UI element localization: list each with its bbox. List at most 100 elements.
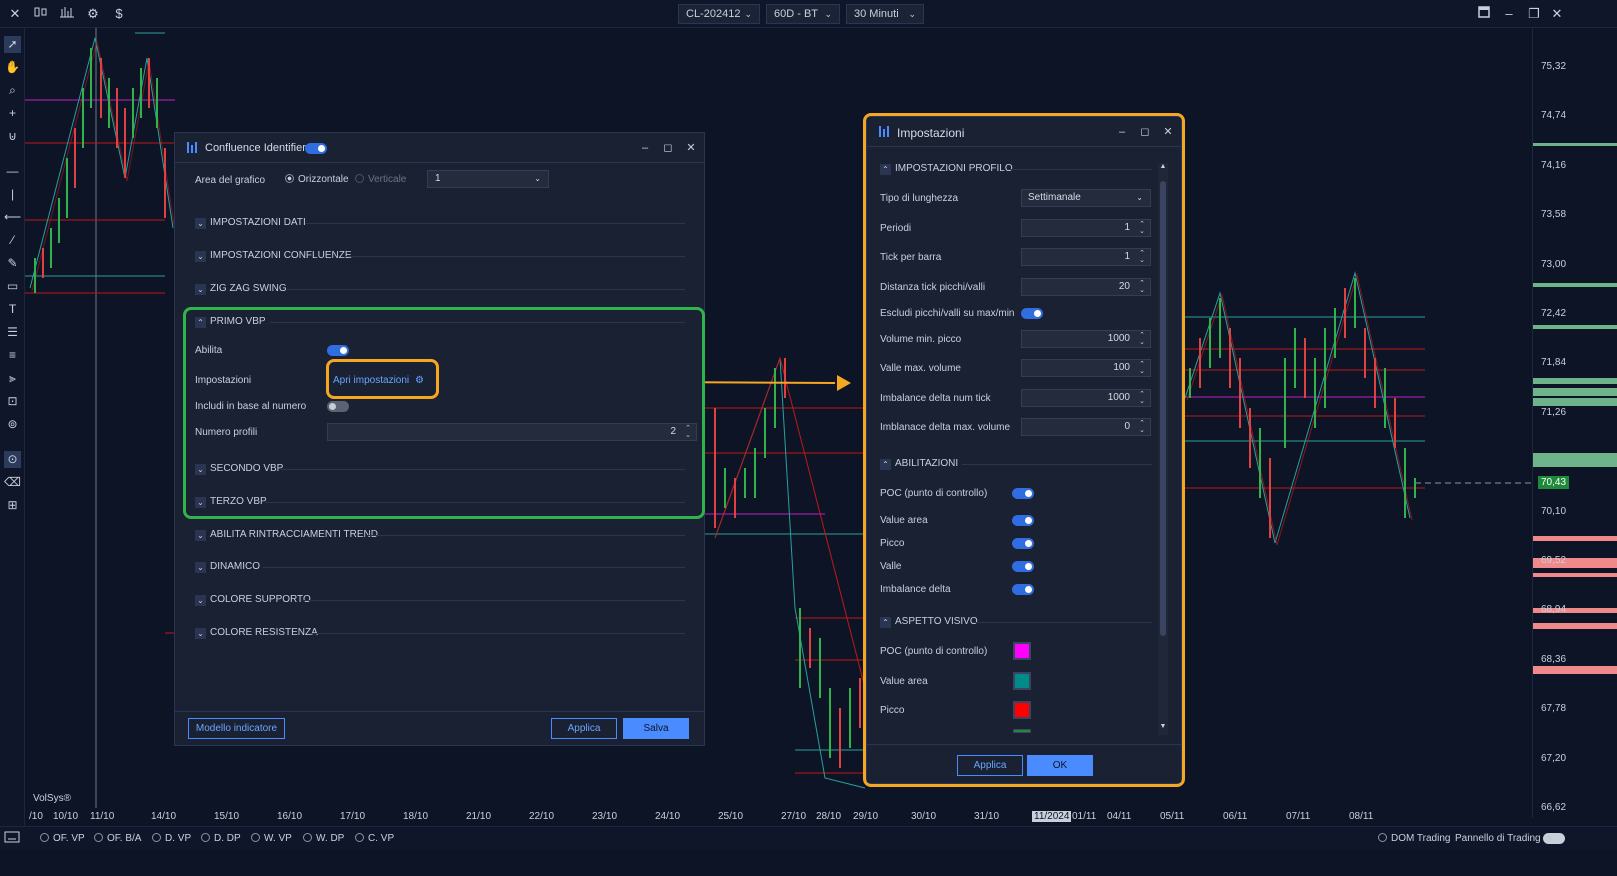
open-settings-highlight <box>326 359 439 399</box>
time-label: 01/11 <box>1072 811 1097 822</box>
price-label: 68,36 <box>1541 654 1567 665</box>
timeframe-select[interactable]: 60D - BT ⌄ <box>766 4 840 24</box>
time-label: 29/10 <box>853 811 879 822</box>
indicator-template-button[interactable]: Modello indicatore <box>188 718 285 739</box>
price-label: 75,32 <box>1541 61 1567 72</box>
minimize-icon[interactable]: – <box>1500 5 1518 23</box>
apply-button[interactable]: Applica <box>551 718 617 739</box>
price-label: 66,62 <box>1541 802 1567 813</box>
dom-trading-option[interactable]: DOM Trading <box>1378 833 1450 844</box>
time-axis[interactable]: /10 10/10 11/10 14/10 15/10 16/10 17/10 … <box>25 808 1532 826</box>
volume-bar <box>1533 325 1617 329</box>
dollar-icon[interactable]: $ <box>110 5 128 23</box>
indicator-enable-toggle[interactable] <box>305 143 327 154</box>
section-colore-resistenza[interactable]: ⌄ COLORE RESISTENZA <box>195 627 318 639</box>
watermark: VolSys® <box>33 793 71 804</box>
price-label: 69,52 <box>1541 555 1567 566</box>
dialog-header: Confluence Identifier – ◻ ✕ <box>175 133 704 163</box>
price-label: 67,20 <box>1541 753 1567 764</box>
pitchfork-icon[interactable]: ⫸ <box>4 370 21 387</box>
layout-icon[interactable] <box>1475 5 1493 23</box>
primo-vbp-highlight <box>183 307 705 519</box>
drawing-toolbar: ➚ ✋ ⌕ + ⊍ — | ⟵ ⁄ ✎ ▭ T ☰ ≡ ⫸ ⊡ ⊚ ⊙ ⌫ ⊞ <box>0 28 25 848</box>
profile-option[interactable]: OF. VP <box>40 833 85 844</box>
magnet-active-icon[interactable]: ⊙ <box>4 451 21 468</box>
timeframe-value: 60D - BT <box>774 8 819 20</box>
chevron-down-icon: ⌄ <box>744 9 752 19</box>
section-impostazioni-dati[interactable]: ⌄ IMPOSTAZIONI DATI <box>195 217 306 229</box>
interval-select[interactable]: 30 Minuti ⌄ <box>846 4 924 24</box>
price-label: 73,00 <box>1541 259 1567 270</box>
section-impostazioni-confluenze[interactable]: ⌄ IMPOSTAZIONI CONFLUENZE <box>195 250 352 262</box>
section-dinamico[interactable]: ⌄ DINAMICO <box>195 561 260 573</box>
save-button[interactable]: Salva <box>623 718 689 739</box>
bar-chart-type-icon[interactable] <box>32 5 50 23</box>
trading-panel-toggle[interactable] <box>1543 833 1565 844</box>
profile-tool-icon[interactable]: ⊚ <box>4 416 21 433</box>
price-label: 72,42 <box>1541 308 1567 319</box>
minimize-icon[interactable]: – <box>638 141 652 155</box>
close-icon[interactable]: ✕ <box>6 5 24 23</box>
measure-icon[interactable]: ⊡ <box>4 393 21 410</box>
maximize-icon[interactable]: ◻ <box>661 141 675 155</box>
bottom-bar: OF. VP OF. B/A D. VP D. DP W. VP W. DP C… <box>0 826 1617 850</box>
time-label: 28/10 <box>816 811 842 822</box>
symbol-select[interactable]: CL-202412 ⌄ <box>678 4 760 24</box>
interval-value: 30 Minuti <box>854 8 899 20</box>
hand-icon[interactable]: ✋ <box>4 59 21 76</box>
volume-bar <box>1533 666 1617 674</box>
settings-gear-icon[interactable]: ⚙ <box>84 5 102 23</box>
price-label: 68,94 <box>1541 604 1567 615</box>
time-label: 23/10 <box>592 811 618 822</box>
profile-option[interactable]: D. VP <box>152 833 191 844</box>
time-label: 05/11 <box>1160 811 1185 822</box>
time-label: 11/10 <box>90 811 115 822</box>
profile-option[interactable]: OF. B/A <box>94 833 141 844</box>
orientation-vertical-radio[interactable]: Verticale <box>355 174 406 185</box>
restore-icon[interactable]: ❐ <box>1525 5 1543 23</box>
time-label: 07/11 <box>1286 811 1311 822</box>
trend-line-icon[interactable]: ⁄ <box>4 232 21 249</box>
cursor-icon[interactable]: ➚ <box>4 36 21 53</box>
time-label: 14/10 <box>151 811 177 822</box>
area-select[interactable]: 1 ⌄ <box>427 170 549 188</box>
rectangle-icon[interactable]: ▭ <box>4 278 21 295</box>
horizontal-line-icon[interactable]: — <box>4 163 21 180</box>
orientation-horizontal-radio[interactable]: Orizzontale <box>285 174 349 185</box>
volume-bar <box>1533 623 1617 629</box>
profile-option[interactable]: W. VP <box>251 833 292 844</box>
profile-option[interactable]: C. VP <box>355 833 394 844</box>
close-icon[interactable]: ✕ <box>684 141 698 155</box>
price-label: 71,26 <box>1541 407 1567 418</box>
time-label: 10/10 <box>53 811 79 822</box>
indicators-icon[interactable] <box>58 5 76 23</box>
time-label: 08/11 <box>1349 811 1374 822</box>
keyboard-icon[interactable] <box>4 830 20 846</box>
section-rintracciamenti[interactable]: ⌄ ABILITA RINTRACCIAMENTI TREND <box>195 529 378 541</box>
section-zig-zag-swing[interactable]: ⌄ ZIG ZAG SWING <box>195 283 287 295</box>
vertical-line-icon[interactable]: | <box>4 186 21 203</box>
section-colore-supporto[interactable]: ⌄ COLORE SUPPORTO <box>195 594 311 606</box>
pencil-icon[interactable]: ✎ <box>4 255 21 272</box>
volume-bar <box>1533 573 1617 577</box>
crosshair-icon[interactable]: + <box>4 105 21 122</box>
profile-option[interactable]: W. DP <box>303 833 344 844</box>
ray-icon[interactable]: ⟵ <box>4 209 21 226</box>
price-axis[interactable]: 75,32 74,74 74,16 73,58 73,00 72,42 71,8… <box>1532 28 1617 818</box>
magnet-icon[interactable]: ⊍ <box>4 128 21 145</box>
time-label: 15/10 <box>214 811 240 822</box>
text-icon[interactable]: T <box>4 301 21 318</box>
chevron-down-icon: ⌄ <box>534 174 541 183</box>
template-icon[interactable]: ⊞ <box>4 497 21 514</box>
fibonacci-icon[interactable]: ☰ <box>4 324 21 341</box>
symbol-value: CL-202412 <box>686 8 741 20</box>
window-close-icon[interactable]: ✕ <box>1548 5 1566 23</box>
price-label: 70,10 <box>1541 506 1567 517</box>
channel-icon[interactable]: ≡ <box>4 347 21 364</box>
app-logo-icon <box>187 142 199 153</box>
profile-option[interactable]: D. DP <box>201 833 241 844</box>
eraser-icon[interactable]: ⌫ <box>4 474 21 491</box>
zoom-icon[interactable]: ⌕ <box>4 82 21 99</box>
time-label: 24/10 <box>655 811 681 822</box>
volume-bar <box>1533 453 1617 467</box>
